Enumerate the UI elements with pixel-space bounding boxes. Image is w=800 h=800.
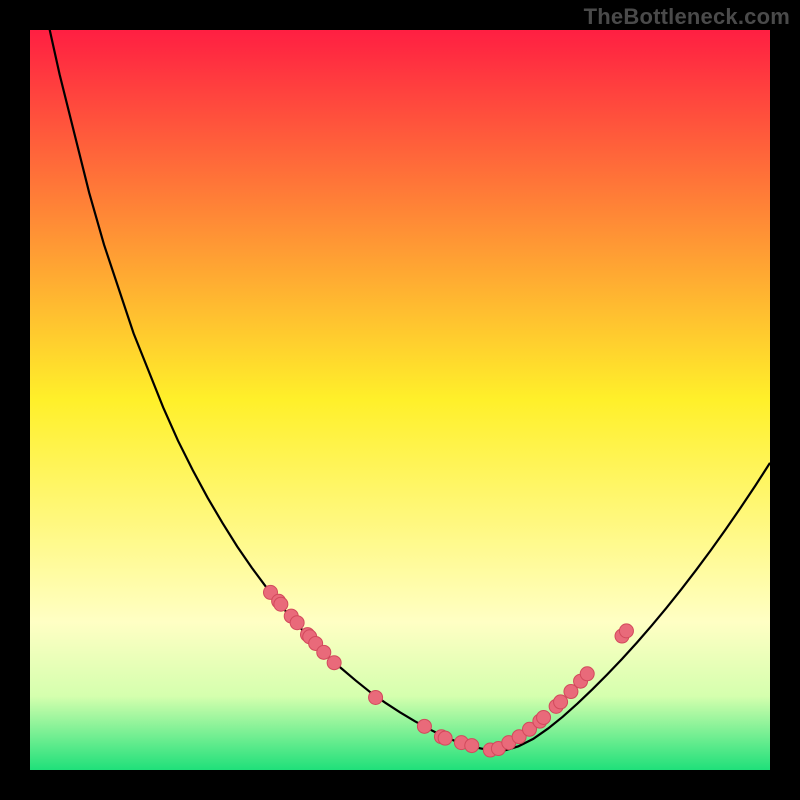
data-marker [619,624,633,638]
data-marker [438,731,452,745]
data-marker [465,739,479,753]
data-marker [274,597,288,611]
bottleneck-chart-svg [30,30,770,770]
chart-plot-area [30,30,770,770]
data-marker [327,656,341,670]
gradient-background [30,30,770,770]
data-marker [290,616,304,630]
data-marker [580,667,594,681]
watermark-label: TheBottleneck.com [584,4,790,30]
data-marker [554,695,568,709]
data-marker [317,645,331,659]
data-marker [417,719,431,733]
data-marker [369,690,383,704]
data-marker [537,710,551,724]
